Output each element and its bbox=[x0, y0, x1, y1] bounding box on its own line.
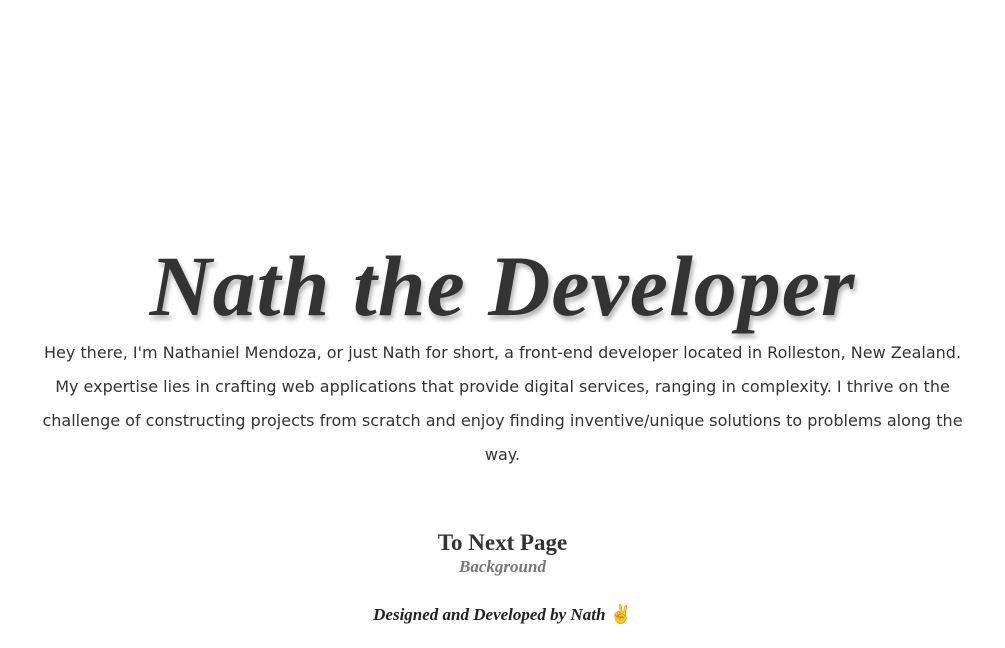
footer-text: Designed and Developed by Nath bbox=[373, 605, 606, 624]
intro-paragraph: Hey there, I'm Nathaniel Mendoza, or jus… bbox=[42, 343, 963, 464]
next-page-subtitle: Background bbox=[459, 557, 546, 576]
next-page-link[interactable]: To Next Page Background bbox=[0, 530, 1005, 577]
next-page-label: To Next Page bbox=[437, 530, 568, 555]
footer: Designed and Developed by Nath ✌ bbox=[0, 604, 1005, 625]
page-title: Nath the Developer bbox=[149, 237, 856, 334]
victory-hand-icon: ✌ bbox=[609, 604, 632, 624]
